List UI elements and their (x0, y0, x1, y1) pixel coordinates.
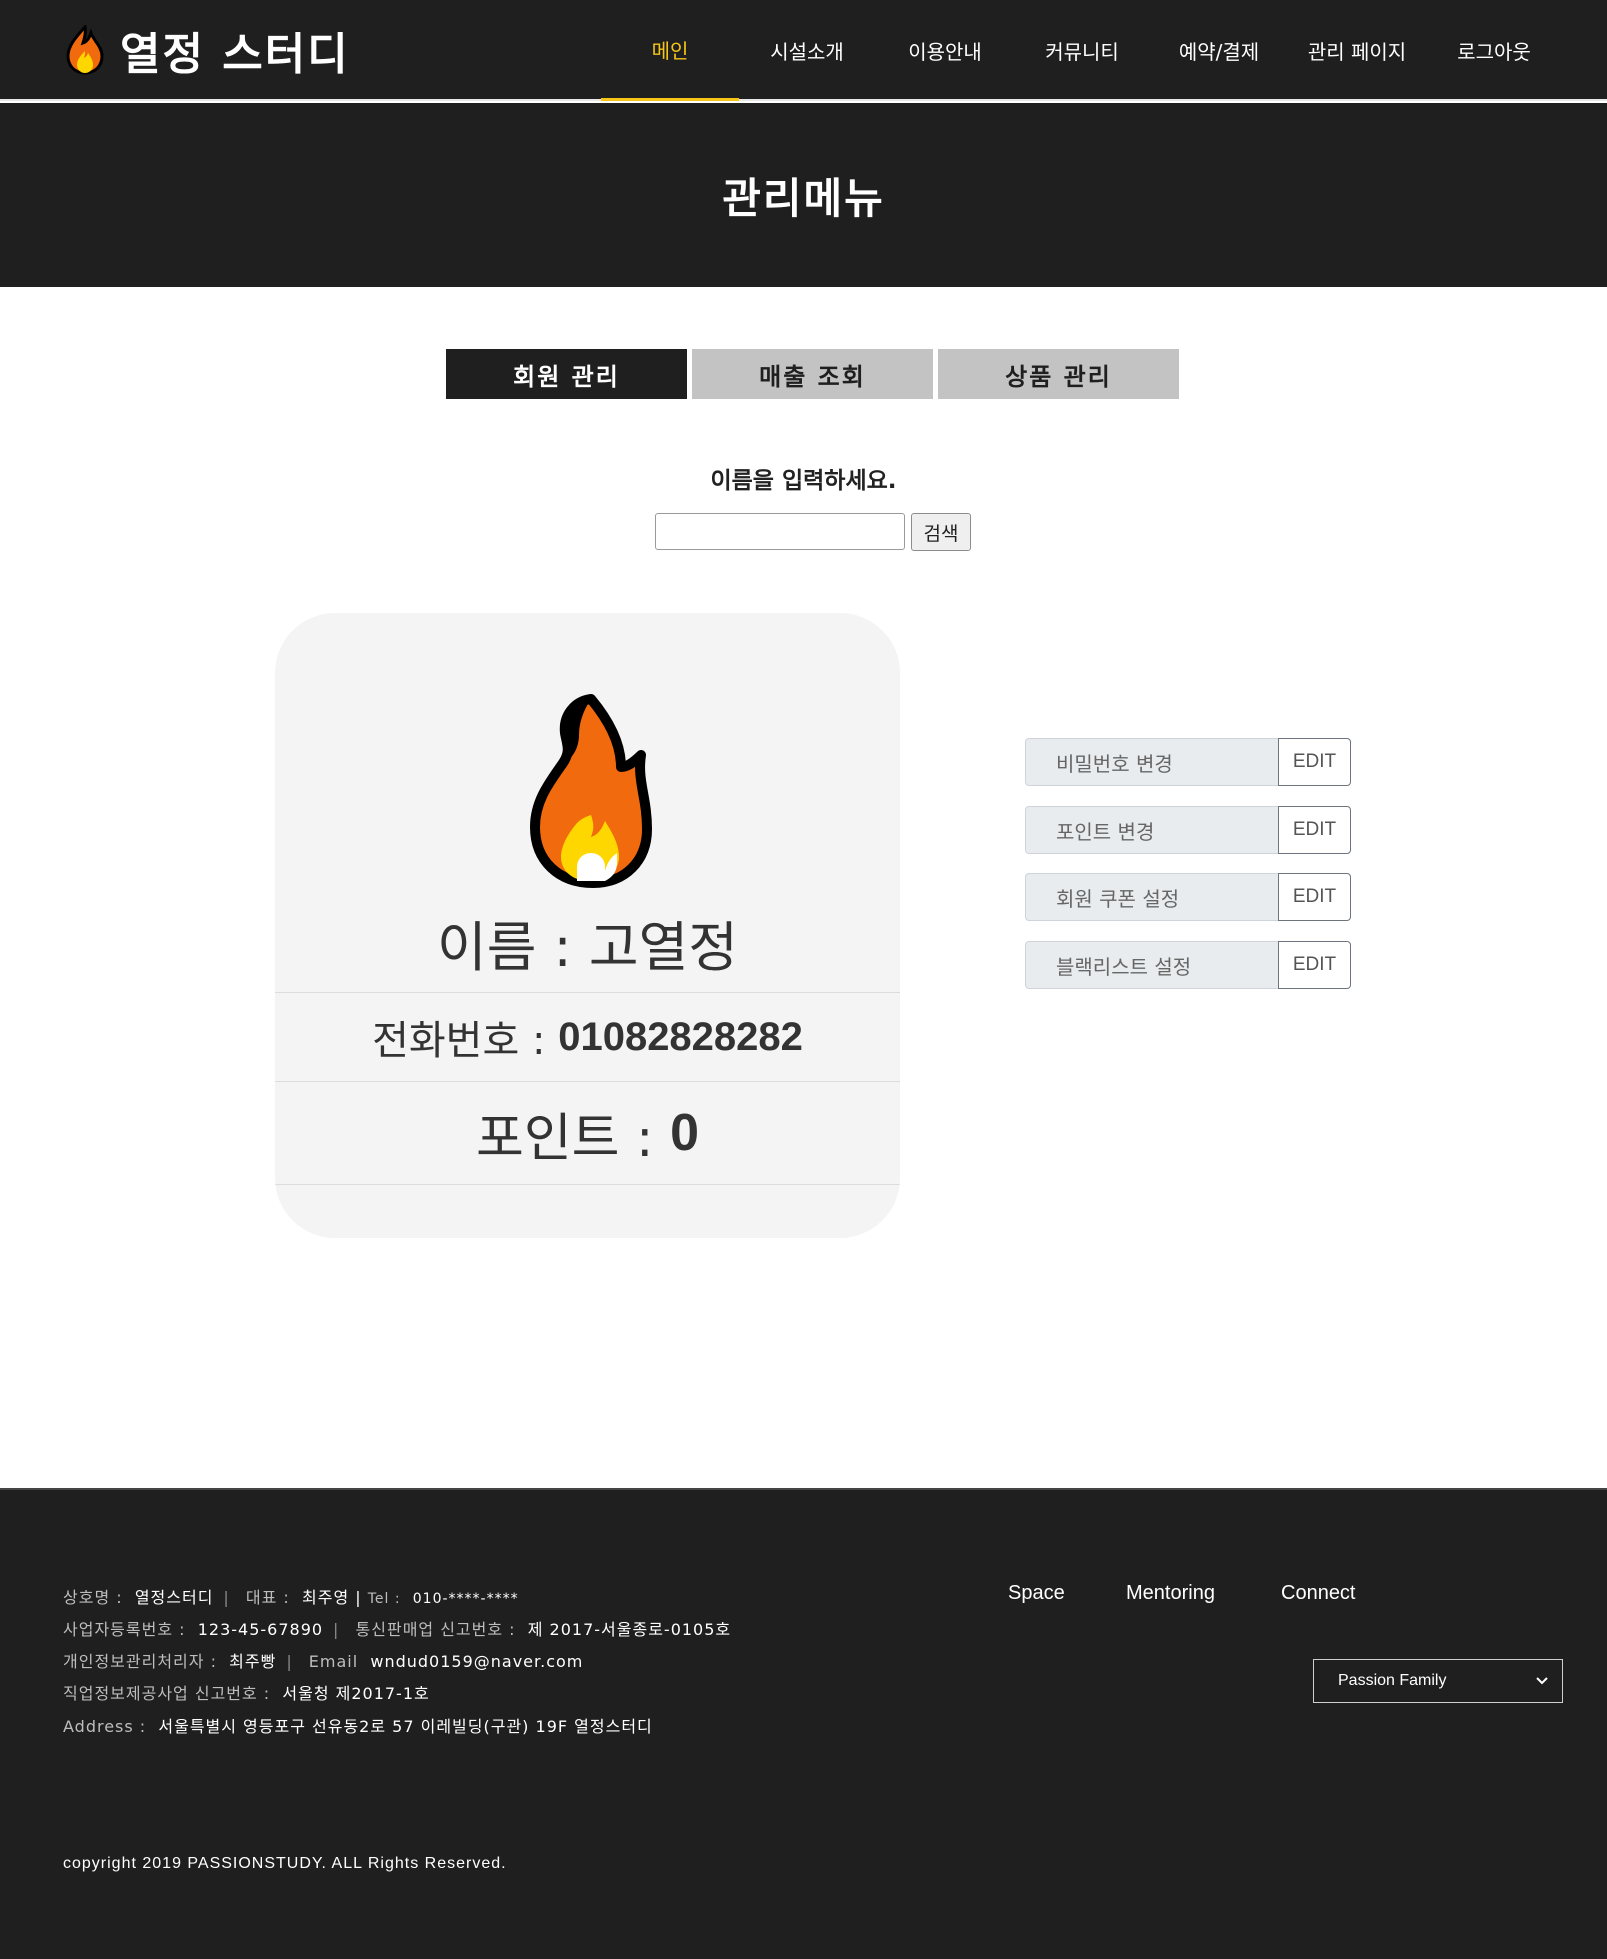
divider: | (355, 1588, 362, 1607)
page-title: 관리메뉴 (722, 173, 885, 223)
nav-item-guide[interactable]: 이용안내 (876, 0, 1014, 101)
family-site-selected: Passion Family (1338, 1672, 1447, 1689)
email-label: Email (308, 1652, 359, 1671)
job-info-label: 직업정보제공사업 신고번호 : (63, 1684, 271, 1703)
biz-no: 123-45-67890 (197, 1620, 324, 1639)
search-label: 이름을 입력하세요. (710, 468, 897, 494)
member-point-row: 포인트 : 0 (275, 1082, 900, 1185)
copyright: copyright 2019 PASSIONSTUDY. ALL Rights … (63, 1855, 507, 1872)
chevron-down-icon (1536, 1677, 1548, 1685)
divider: | (223, 1588, 230, 1607)
nav-item-logout[interactable]: 로그아웃 (1425, 0, 1563, 101)
flame-icon (530, 694, 652, 888)
privacy-label: 개인정보관리처리자 : (63, 1652, 217, 1671)
footer-link-connect[interactable]: Connect (1281, 1582, 1356, 1605)
action-change-password: 비밀번호 변경 EDIT (1025, 738, 1351, 786)
edit-coupon-button[interactable]: EDIT (1278, 873, 1351, 921)
footer-privacy-info: 개인정보관리처리자 : 최주빵 | Email wndud0159@naver.c… (63, 1648, 583, 1672)
member-point: 0 (670, 1104, 700, 1162)
page-banner: 관리메뉴 (0, 103, 1607, 287)
footer-address-info: Address : 서울특별시 영등포구 선유동2로 57 이레빌딩(구관) 1… (63, 1713, 653, 1737)
edit-blacklist-button[interactable]: EDIT (1278, 941, 1351, 989)
member-phone-row: 전화번호 : 01082828282 (275, 993, 900, 1082)
privacy-officer: 최주빵 (229, 1652, 277, 1671)
logo-text: 열정 스터디 (120, 29, 350, 80)
ceo-label: 대표 : (245, 1588, 290, 1607)
address-label: Address : (63, 1717, 147, 1736)
member-card: 이름 : 고열정 전화번호 : 01082828282 포인트 : 0 (275, 613, 900, 1238)
ceo-name: 최주영 (302, 1588, 350, 1607)
action-label: 블랙리스트 설정 (1025, 941, 1278, 989)
footer-company-info: 상호명 : 열정스터디 | 대표 : 최주영 | Tel : 010-****-*… (63, 1584, 519, 1608)
member-name-label: 이름 : (437, 916, 572, 979)
tel-label: Tel : (367, 1591, 401, 1607)
site-header: 열정 스터디 메인 시설소개 이용안내 커뮤니티 예약/결제 관리 페이지 로그… (0, 0, 1607, 101)
tab-products[interactable]: 상품 관리 (938, 349, 1179, 399)
mail-order-label: 통신판매업 신고번호 : (355, 1620, 516, 1639)
company-label: 상호명 : (63, 1588, 123, 1607)
tel-number: 010-****-**** (412, 1591, 519, 1607)
divider: | (333, 1620, 340, 1639)
tab-member-management[interactable]: 회원 관리 (446, 349, 687, 399)
member-point-label: 포인트 : (475, 1108, 654, 1169)
family-site-select[interactable]: Passion Family (1313, 1659, 1563, 1703)
admin-tabs: 회원 관리 매출 조회 상품 관리 (446, 349, 1179, 399)
footer-job-info: 직업정보제공사업 신고번호 : 서울청 제2017-1호 (63, 1680, 430, 1704)
company-name: 열정스터디 (134, 1588, 214, 1607)
footer-business-info: 사업자등록번호 : 123-45-67890 | 통신판매업 신고번호 : 제 2… (63, 1616, 731, 1640)
action-coupon-settings: 회원 쿠폰 설정 EDIT (1025, 873, 1351, 921)
divider: | (286, 1652, 293, 1671)
biz-no-label: 사업자등록번호 : (63, 1620, 186, 1639)
site-footer: 상호명 : 열정스터디 | 대표 : 최주영 | Tel : 010-****-*… (0, 1488, 1607, 1959)
footer-link-mentoring[interactable]: Mentoring (1126, 1582, 1215, 1605)
edit-password-button[interactable]: EDIT (1278, 738, 1351, 786)
address: 서울특별시 영등포구 선유동2로 57 이레빌딩(구관) 19F 열정스터디 (158, 1717, 653, 1736)
member-name: 고열정 (588, 916, 738, 979)
action-change-points: 포인트 변경 EDIT (1025, 806, 1351, 854)
nav-item-reservation[interactable]: 예약/결제 (1150, 0, 1288, 101)
mail-order-no: 제 2017-서울종로-0105호 (527, 1620, 732, 1639)
action-blacklist-settings: 블랙리스트 설정 EDIT (1025, 941, 1351, 989)
logo[interactable]: 열정 스터디 (64, 22, 350, 80)
flame-icon (66, 25, 104, 75)
footer-link-space[interactable]: Space (1008, 1582, 1065, 1605)
job-info-no: 서울청 제2017-1호 (282, 1684, 430, 1703)
nav-item-community[interactable]: 커뮤니티 (1013, 0, 1151, 101)
tab-sales[interactable]: 매출 조회 (692, 349, 933, 399)
search-button[interactable]: 검색 (911, 513, 971, 551)
nav-item-main[interactable]: 메인 (601, 0, 739, 101)
nav-item-facilities[interactable]: 시설소개 (738, 0, 876, 101)
action-label: 회원 쿠폰 설정 (1025, 873, 1278, 921)
email-address: wndud0159@naver.com (370, 1652, 584, 1671)
action-label: 비밀번호 변경 (1025, 738, 1278, 786)
member-phone: 01082828282 (558, 1014, 803, 1059)
nav-item-admin[interactable]: 관리 페이지 (1288, 0, 1426, 101)
name-search-input[interactable] (655, 513, 905, 550)
edit-points-button[interactable]: EDIT (1278, 806, 1351, 854)
member-name-row: 이름 : 고열정 (275, 893, 900, 993)
member-phone-label: 전화번호 : (372, 1018, 546, 1064)
action-label: 포인트 변경 (1025, 806, 1278, 854)
